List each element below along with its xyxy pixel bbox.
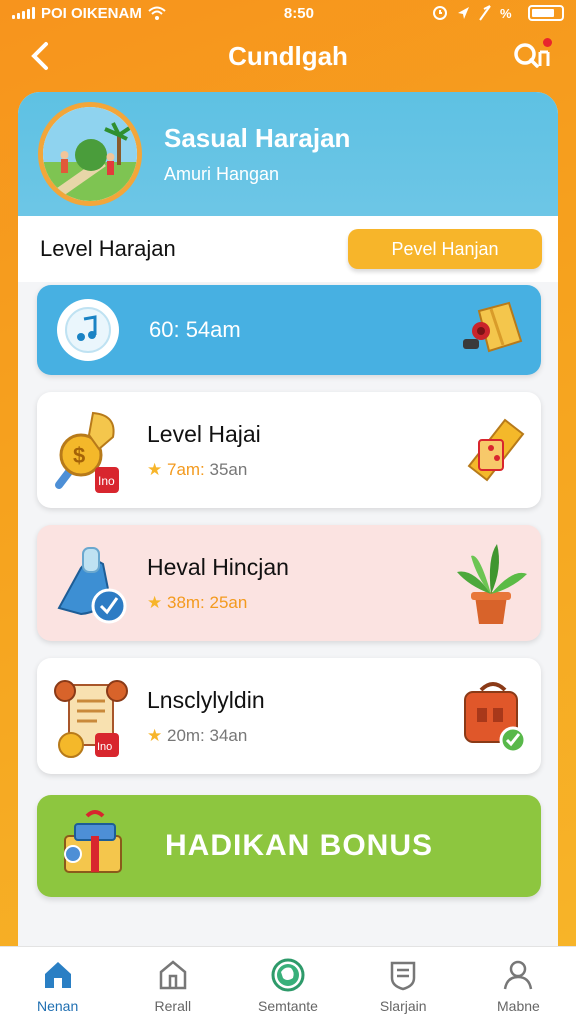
- svg-text:$: $: [73, 443, 85, 468]
- park-scene-icon: [43, 107, 137, 201]
- plant-icon: [457, 544, 527, 624]
- carrier-label: POI OIKENAM: [41, 4, 142, 22]
- coin-key-icon: $ Ino: [55, 411, 119, 493]
- nav-label: Mabne: [497, 997, 540, 1014]
- item-texts: Heval Hincjan ★ 38m: 25an: [147, 554, 289, 613]
- shield-icon: [390, 961, 416, 990]
- status-left: POI OIKENAM: [12, 5, 166, 22]
- main-card: Sasual Harajan Amuri Hangan Level Haraja…: [18, 92, 558, 962]
- nav-label: Nenan: [36, 997, 79, 1014]
- level-button[interactable]: Pevel Hanjan: [348, 229, 542, 269]
- data-icon: %: [500, 6, 512, 21]
- star-icon: ★: [147, 725, 163, 745]
- item-title: Heval Hincjan: [147, 553, 289, 580]
- battery-icon: [528, 5, 564, 21]
- status-bar: POI OIKENAM 8:50 %: [0, 0, 576, 26]
- back-button[interactable]: [28, 38, 58, 74]
- item-title: Lnsclylyldin: [147, 686, 265, 713]
- page-title: Cundlgah: [228, 40, 348, 71]
- bottom-nav: Nenan Rerall Semtante Slarjain Mabne: [0, 946, 576, 1024]
- music-time: 60: 54am: [149, 317, 241, 342]
- item-meta: ★ 38m: 25an: [147, 593, 289, 613]
- item-time: 7am:: [166, 459, 205, 479]
- item-time: 20m:: [166, 725, 205, 745]
- wifi-icon: [148, 6, 166, 20]
- item-texts: Lnsclylyldin ★ 20m: 34an: [147, 687, 265, 746]
- profile-name: Sasual Harajan: [164, 123, 351, 153]
- status-right: %: [432, 5, 564, 21]
- scroll-icon: Ino: [54, 680, 128, 758]
- home-icon: [44, 961, 71, 988]
- music-note-icon: [57, 299, 119, 361]
- notification-dot: [543, 38, 552, 47]
- nav-label: Semtante: [258, 997, 318, 1014]
- ticket-icon: [467, 418, 525, 482]
- list-item[interactable]: Ino Lnsclylyldin ★ 20m: 34an: [37, 658, 541, 774]
- building-icon: [159, 959, 187, 989]
- nav-item-mabne[interactable]: Mabne: [461, 947, 576, 1024]
- item-duration: 25an: [209, 592, 248, 612]
- header: Cundlgah: [0, 30, 576, 82]
- nav-item-rerall[interactable]: Rerall: [115, 947, 230, 1024]
- svg-text:%: %: [500, 6, 512, 21]
- clock: 8:50: [283, 4, 314, 22]
- navigation-icon: [479, 5, 491, 21]
- profile-subtitle: Amuri Hangan: [164, 164, 280, 184]
- globe-icon: [271, 958, 305, 991]
- avatar[interactable]: [38, 102, 142, 206]
- star-icon: ★: [147, 592, 163, 612]
- svg-text:Ino: Ino: [98, 474, 115, 488]
- music-card[interactable]: 60: 54am: [37, 285, 541, 375]
- signal-icon: [12, 7, 35, 19]
- item-meta: ★ 20m: 34an: [147, 726, 265, 746]
- bag-icon: [464, 682, 527, 754]
- item-meta: ★ 7am: 35an: [147, 460, 261, 480]
- item-duration: 35an: [209, 459, 248, 479]
- nav-item-home[interactable]: Nenan: [0, 947, 115, 1024]
- bonus-label: HADIKAN BONUS: [165, 829, 433, 862]
- level-row: Level Harajan Pevel Hanjan: [18, 216, 558, 282]
- list-item[interactable]: $ Ino Level Hajai ★ 7am: 35an: [37, 392, 541, 508]
- profile-text: Sasual Harajan Amuri Hangan: [164, 123, 350, 185]
- item-duration: 34an: [209, 725, 248, 745]
- alarm-icon: [433, 6, 447, 20]
- profile-banner: Sasual Harajan Amuri Hangan: [18, 92, 558, 216]
- treasure-box-icon: [463, 301, 523, 353]
- item-time: 38m:: [166, 592, 205, 612]
- user-icon: [504, 960, 533, 989]
- svg-text:Ino: Ino: [97, 741, 112, 753]
- gift-box-icon: [64, 810, 122, 873]
- location-icon: [458, 7, 469, 19]
- star-icon: ★: [147, 459, 163, 479]
- item-title: Level Hajai: [147, 420, 261, 447]
- nav-item-slarjain[interactable]: Slarjain: [346, 947, 461, 1024]
- item-texts: Level Hajai ★ 7am: 35an: [147, 421, 261, 480]
- nav-label: Rerall: [154, 997, 192, 1014]
- bottle-icon: [57, 547, 127, 624]
- chevron-left-icon: [31, 42, 48, 70]
- nav-label: Slarjain: [379, 997, 427, 1014]
- level-title: Level Harajan: [40, 236, 176, 261]
- search-button[interactable]: [512, 38, 552, 74]
- bonus-button[interactable]: HADIKAN BONUS: [37, 795, 541, 897]
- nav-item-semtante[interactable]: Semtante: [230, 947, 345, 1024]
- list-item[interactable]: Heval Hincjan ★ 38m: 25an: [37, 525, 541, 641]
